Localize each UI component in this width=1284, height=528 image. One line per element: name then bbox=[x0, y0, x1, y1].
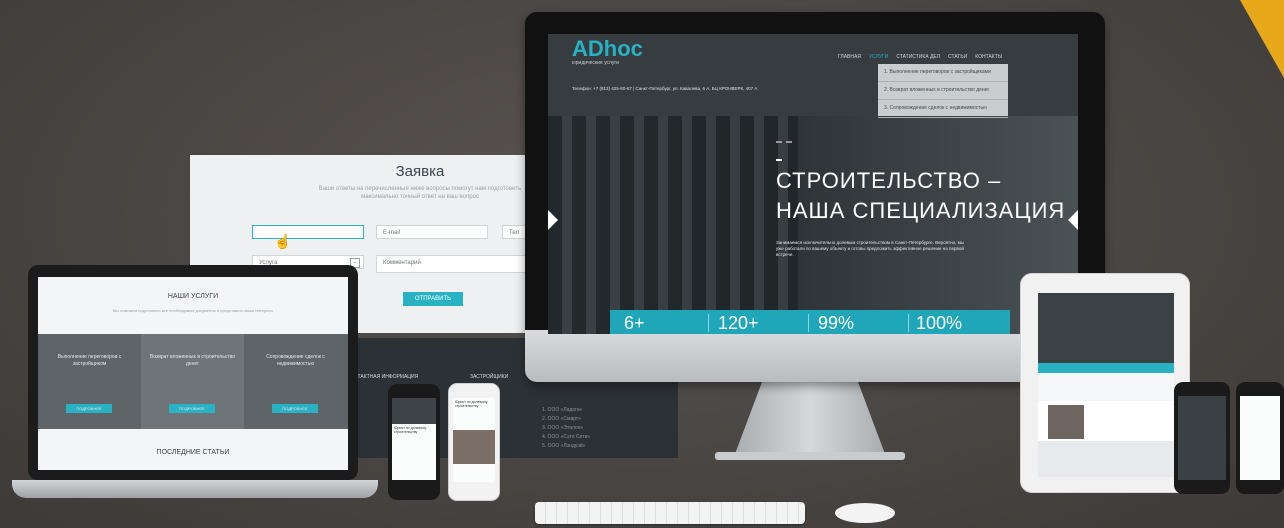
services-subtitle: Мы поможем подготовить все необходимые д… bbox=[112, 308, 274, 313]
hero-text: Занимаемся исключительно долевым строите… bbox=[776, 240, 964, 257]
stat-value: 120+ bbox=[718, 313, 759, 333]
phone-white-screen: Юрист по долевому строительству bbox=[453, 398, 495, 482]
nav-articles[interactable]: СТАТЬИ bbox=[948, 54, 967, 60]
service-card: Выполнение переговоров с застройщиком ПО… bbox=[38, 334, 141, 429]
imac-chin bbox=[525, 330, 1105, 382]
footer-contact-heading: ОНТАКТНАЯ ИНФОРМАЦИЯ bbox=[350, 374, 419, 380]
nav-statistics[interactable]: СТАТИСТИКА ДЕЛ bbox=[896, 54, 940, 60]
name-input[interactable] bbox=[252, 225, 364, 239]
site-logo-subtitle: юридические услуги bbox=[572, 60, 620, 66]
contact-line: Телефон: +7 (812) 425-80-67 | Санкт-Пете… bbox=[572, 86, 758, 91]
phone-dark-title: Юрист по долевому строительству bbox=[394, 426, 427, 434]
dropdown-item[interactable]: 2. Возврат вложенных в строительство ден… bbox=[878, 82, 1008, 100]
nav-home[interactable]: ГЛАВНАЯ bbox=[838, 54, 861, 60]
builder-item[interactable]: 1. ООО «Ладога» bbox=[542, 406, 590, 415]
nav-services[interactable]: УСЛУГИ bbox=[869, 54, 888, 60]
stat-value: 100% bbox=[916, 313, 963, 333]
send-button[interactable]: ОТПРАВИТЬ bbox=[403, 292, 463, 306]
dropdown-item[interactable]: 1. Выполнение переговоров с застройщикам… bbox=[878, 64, 1008, 82]
comment-input[interactable]: Комментарий bbox=[376, 255, 530, 273]
stats-bar: 6+ 120+ 99% 100% bbox=[610, 310, 1010, 334]
footer-builders-heading: ЗАСТРОЙЩИКИ bbox=[470, 374, 509, 380]
form-subtitle: Ваши ответы на перечисленные ниже вопрос… bbox=[318, 186, 522, 200]
dropdown-item[interactable]: 3. Сопровождение сделок с недвижимостью bbox=[878, 100, 1008, 118]
imac-stand bbox=[735, 382, 885, 454]
builder-item[interactable]: 5. ООО «Лэндуэй» bbox=[542, 442, 590, 451]
builders-list: 1. ООО «Ладога» 2. ООО «Смарт» 3. ООО «Э… bbox=[542, 406, 590, 451]
phone-dark-screen: Юрист по долевому строительству bbox=[392, 398, 436, 480]
mouse bbox=[835, 503, 895, 523]
phone-white: Юрист по долевому строительству bbox=[448, 383, 500, 501]
hero-title-line-2: НАША СПЕЦИАЛИЗАЦИЯ bbox=[776, 198, 1066, 223]
service-title: Возврат вложенных в строительство денег bbox=[149, 354, 236, 367]
service-title: Сопровождение сделок с недвижимостью bbox=[266, 354, 325, 367]
phone-dark: Юрист по долевому строительству bbox=[388, 384, 440, 500]
stat-divider bbox=[908, 314, 909, 332]
service-more-label: ПОДРОБНЕЕ bbox=[282, 406, 308, 411]
service-more-button[interactable]: ПОДРОБНЕЕ bbox=[272, 404, 318, 413]
left-arrow-icon[interactable] bbox=[548, 210, 558, 230]
site-nav: ГЛАВНАЯ УСЛУГИ СТАТИСТИКА ДЕЛ СТАТЬИ КОН… bbox=[838, 54, 1002, 60]
phone-right-dark-screen bbox=[1178, 396, 1226, 480]
phone-right-black bbox=[1236, 382, 1284, 494]
email-input[interactable]: E-mail bbox=[376, 225, 488, 239]
corner-accent bbox=[1240, 0, 1284, 78]
stat-divider bbox=[808, 314, 809, 332]
service-more-button[interactable]: ПОДРОБНЕЕ bbox=[66, 404, 112, 413]
building-photo bbox=[548, 114, 798, 334]
service-card: Сопровождение сделок с недвижимостью ПОД… bbox=[244, 334, 348, 429]
tablet-screen bbox=[1038, 293, 1174, 477]
hero-title: СТРОИТЕЛЬСТВО – НАША СПЕЦИАЛИЗАЦИЯ bbox=[776, 168, 1065, 224]
slider-dots[interactable] bbox=[776, 130, 800, 161]
nav-contacts[interactable]: КОНТАКТЫ bbox=[975, 54, 1002, 60]
builder-item[interactable]: 4. ООО «Сэтл Сити» bbox=[542, 433, 590, 442]
hero-title-line-1: СТРОИТЕЛЬСТВО – bbox=[776, 168, 1002, 193]
laptop-screen: НАШИ УСЛУГИ Мы поможем подготовить все н… bbox=[38, 277, 348, 470]
services-title: НАШИ УСЛУГИ bbox=[167, 293, 219, 300]
stat-value: 6+ bbox=[624, 313, 645, 333]
articles-title: ПОСЛЕДНИЕ СТАТЬИ bbox=[156, 449, 230, 456]
imac-base bbox=[715, 452, 905, 460]
services-dropdown: 1. Выполнение переговоров с застройщикам… bbox=[878, 64, 1008, 118]
cursor-hand-icon: ☝ bbox=[274, 233, 292, 249]
builder-item[interactable]: 2. ООО «Смарт» bbox=[542, 415, 590, 424]
stat-divider bbox=[708, 314, 709, 332]
stat-value: 99% bbox=[818, 313, 855, 333]
keyboard bbox=[535, 502, 805, 524]
laptop-base bbox=[12, 480, 378, 498]
phone-right-dark bbox=[1174, 382, 1230, 494]
service-title: Выполнение переговоров с застройщиком bbox=[57, 354, 122, 367]
phone-white-title: Юрист по долевому строительству bbox=[455, 400, 488, 408]
service-more-button[interactable]: ПОДРОБНЕЕ bbox=[169, 404, 215, 413]
builder-item[interactable]: 3. ООО «Эталон» bbox=[542, 424, 590, 433]
service-more-label: ПОДРОБНЕЕ bbox=[76, 406, 102, 411]
site-logo[interactable]: ADhoc bbox=[572, 36, 643, 62]
phone-right-black-screen bbox=[1240, 396, 1280, 480]
right-arrow-icon[interactable] bbox=[1068, 210, 1078, 230]
form-title: Заявка bbox=[395, 163, 445, 180]
service-more-label: ПОДРОБНЕЕ bbox=[179, 406, 205, 411]
service-card: Возврат вложенных в строительство денег … bbox=[141, 334, 244, 429]
